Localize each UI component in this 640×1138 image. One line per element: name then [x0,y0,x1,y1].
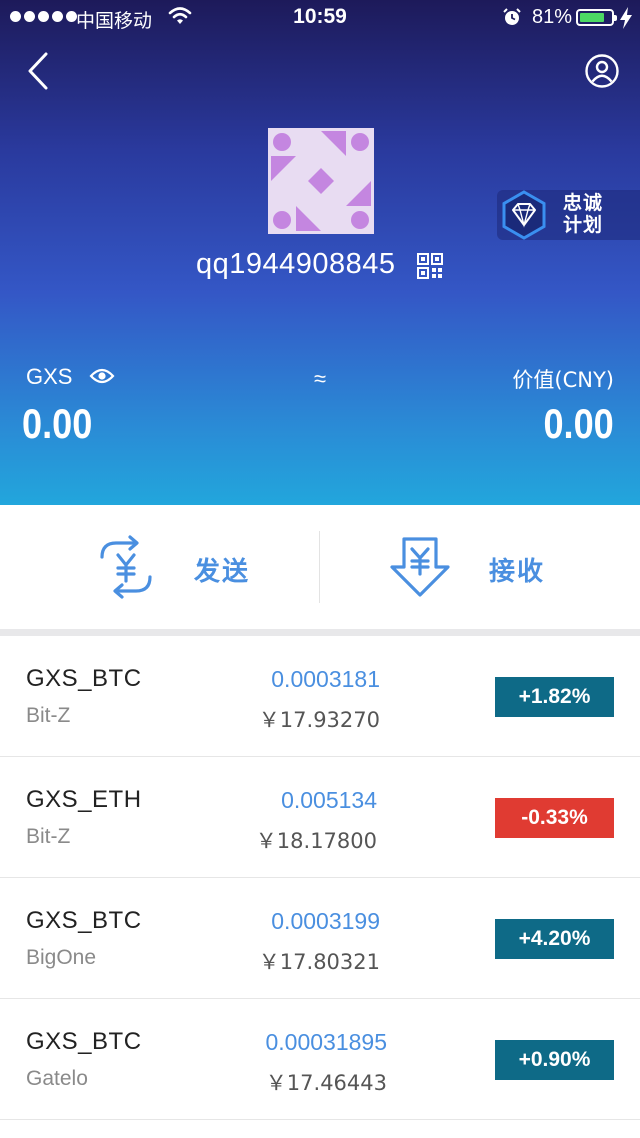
account-name: qq1944908845 [196,248,396,280]
change-badge: +1.82% [495,677,614,717]
loyalty-plan-badge[interactable]: 忠诚计划 [497,190,640,240]
battery-icon [576,9,617,26]
receive-label: 接收 [489,557,546,587]
action-bar: 发送 接收 [0,505,640,629]
market-cny-price: ￥17.80321 [258,950,380,974]
charging-icon [620,7,632,29]
token-balance: 0.00 [22,400,93,447]
market-exchange: Bit-Z [26,825,71,848]
receive-icon [390,537,450,597]
change-badge: +0.90% [495,1040,614,1080]
loyalty-plan-label: 忠诚计划 [563,192,604,236]
market-price: 0.0003181 [271,666,380,692]
change-badge: +4.20% [495,919,614,959]
alarm-icon [503,8,521,25]
send-label: 发送 [194,557,251,587]
chevron-left-icon[interactable] [22,50,56,92]
market-pair: GXS_ETH [26,786,142,813]
market-cny-price: ￥18.17800 [255,829,377,853]
value-label: 价值(CNY) [512,368,614,392]
market-price: 0.00031895 [265,1029,387,1055]
market-row[interactable]: GXS_ETH Bit-Z 0.005134 ￥18.17800 -0.33% [0,757,640,878]
market-row[interactable]: GXS_BTC BigOne 0.0003199 ￥17.80321 +4.20… [0,878,640,999]
market-exchange: Bit-Z [26,704,71,727]
market-price: 0.0003199 [271,908,380,934]
market-exchange: BigOne [26,946,97,969]
market-row[interactable]: GXS_BTC Gatelo 0.00031895 ￥17.46443 +0.9… [0,999,640,1120]
market-pair: GXS_BTC [26,665,142,692]
send-icon [100,535,152,599]
status-bar: 中国移动 10:59 81% [0,0,640,36]
market-list: GXS_BTC Bit-Z 0.0003181 ￥17.93270 +1.82%… [0,636,640,1120]
change-badge: -0.33% [495,798,614,838]
section-separator [0,629,640,636]
market-row[interactable]: GXS_BTC Bit-Z 0.0003181 ￥17.93270 +1.82% [0,636,640,757]
qr-code-icon[interactable] [417,253,443,279]
market-pair: GXS_BTC [26,1028,142,1055]
cny-value: 0.00 [543,400,614,447]
action-divider [319,531,320,603]
market-pair: GXS_BTC [26,907,142,934]
avatar-icon[interactable] [268,128,374,234]
wallet-header: 中国移动 10:59 81% qq1944908845 忠诚计划 GXS ≈ 价… [0,0,640,505]
diamond-icon [502,190,546,240]
battery-percent: 81% [532,6,573,28]
market-exchange: Gatelo [26,1067,88,1090]
market-price: 0.005134 [281,787,377,813]
account-row: qq1944908845 [0,248,640,288]
user-circle-icon[interactable] [584,53,620,89]
market-cny-price: ￥17.46443 [265,1071,387,1095]
market-cny-price: ￥17.93270 [258,708,380,732]
